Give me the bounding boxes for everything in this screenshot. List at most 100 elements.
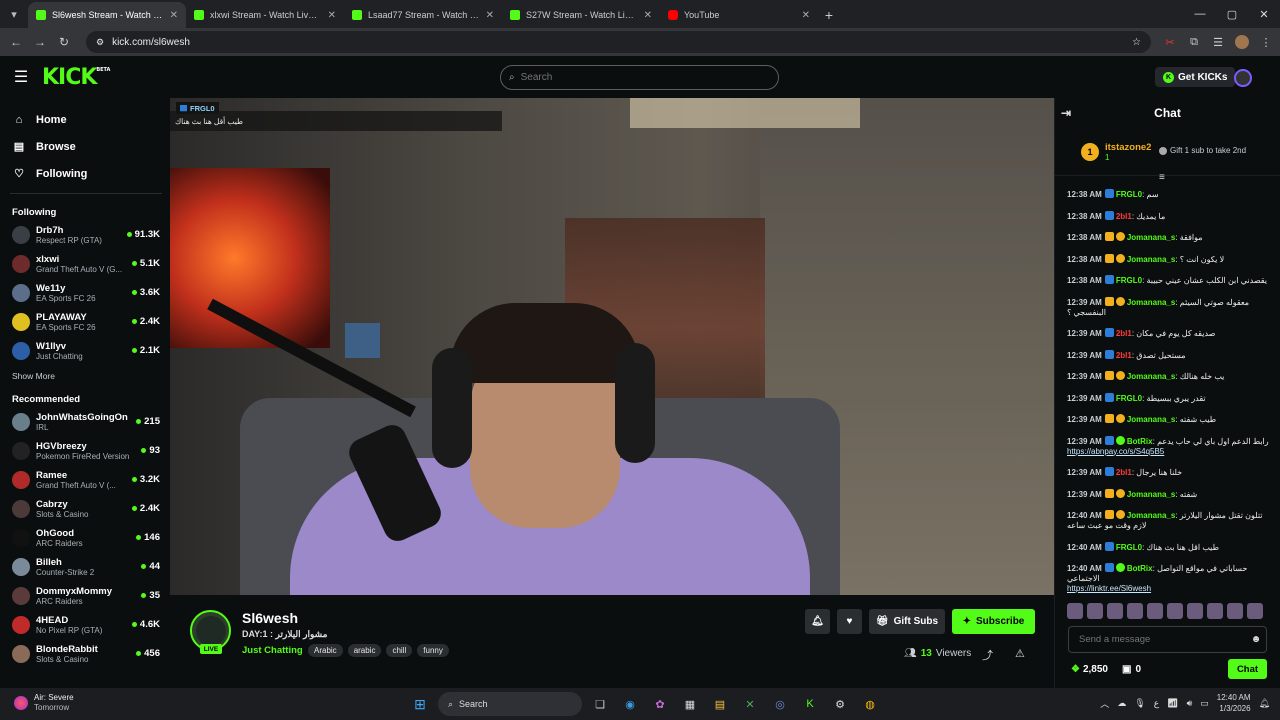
show-more-link[interactable]: Show More — [0, 367, 170, 385]
message-username[interactable]: 2bl1 — [1116, 212, 1132, 221]
channel-row[interactable]: xlxwi Grand Theft Auto V (G... 5.1K — [0, 249, 170, 278]
message-username[interactable]: FRGL0 — [1116, 543, 1142, 552]
message-username[interactable]: FRGL0 — [1116, 276, 1142, 285]
site-info-icon[interactable]: ⚙ — [96, 37, 104, 48]
xbox-icon[interactable]: ✕ — [738, 692, 762, 716]
tab-search-icon[interactable]: ▾ — [0, 0, 28, 28]
channel-row[interactable]: DommyxMommy ARC Raiders 35 — [0, 581, 170, 610]
channel-row[interactable]: JohnWhatsGoingOn IRL 215 — [0, 407, 170, 436]
message-username[interactable]: FRGL0 — [1116, 190, 1142, 199]
channel-row[interactable]: Billeh Counter-Strike 2 44 — [0, 552, 170, 581]
stream-tag[interactable]: chill — [386, 644, 413, 657]
emoji-picker-icon[interactable]: ☻ — [1246, 634, 1266, 645]
report-icon[interactable]: ⚠ — [1015, 647, 1025, 660]
gift-subs-button[interactable]: 🎁︎ Gift Subs — [869, 609, 945, 634]
sidebar-item-following[interactable]: ♡ Following — [0, 160, 170, 187]
extensions-puzzle-icon[interactable]: ⧉ — [1183, 31, 1205, 53]
taskbar-search[interactable]: ⌕ Search — [438, 692, 582, 716]
chat-send-button[interactable]: Chat — [1228, 659, 1267, 679]
follow-button[interactable]: ♥ — [837, 609, 862, 634]
collapse-chat-icon[interactable]: ⇥ — [1061, 106, 1071, 120]
chat-input-box[interactable]: ☻ — [1068, 626, 1267, 653]
kick-app-icon[interactable]: K — [798, 692, 822, 716]
stream-tag[interactable]: arabic — [347, 644, 382, 657]
browser-tab[interactable]: Lsaad77 Stream - Watch Live on Kick ✕ — [344, 2, 502, 28]
emote[interactable] — [1247, 603, 1263, 619]
share-icon[interactable]: ⤴ — [982, 647, 993, 663]
channel-row[interactable]: BlondeRabbit Slots & Casino 456 — [0, 639, 170, 668]
windows-start-icon[interactable]: ⊞ — [408, 692, 432, 716]
chat-filter-icon[interactable]: ≡ — [1159, 172, 1165, 183]
browser-tab[interactable]: xlxwi Stream - Watch Live on Kick ✕ — [186, 2, 344, 28]
channel-row[interactable]: 4HEAD No Pixel RP (GTA) 4.6K — [0, 610, 170, 639]
message-link[interactable]: https://linktr.ee/Sl6wesh — [1067, 584, 1151, 593]
store-icon[interactable]: ▦ — [678, 692, 702, 716]
search-bar[interactable]: ⌕ — [500, 65, 779, 90]
emote[interactable] — [1227, 603, 1243, 619]
search-input[interactable] — [520, 72, 778, 83]
chrome-icon[interactable]: ◍ — [858, 692, 882, 716]
message-username[interactable]: Jomanana_s — [1127, 233, 1175, 242]
user-avatar[interactable] — [1234, 69, 1252, 87]
channel-row[interactable]: OhGood ARC Raiders 146 — [0, 523, 170, 552]
video-player[interactable]: FRGL0 طيب أقل هنا بث هناك — [170, 98, 1054, 595]
emote[interactable] — [1207, 603, 1223, 619]
extension-icon[interactable]: ✂ — [1159, 31, 1181, 53]
volume-icon[interactable]: 🔊︎ — [1187, 698, 1193, 709]
message-username[interactable]: 2bl1 — [1116, 468, 1132, 477]
omnibox[interactable]: ⚙ kick.com/sl6wesh ☆ — [86, 31, 1151, 53]
message-link[interactable]: https://abnpay.co/s/S4q5B5 — [1067, 447, 1164, 456]
wifi-icon[interactable]: 📶︎ — [1167, 698, 1178, 709]
microphone-icon[interactable]: 🎙︎ — [1134, 698, 1145, 709]
channel-row[interactable]: Drb7h Respect RP (GTA) 91.3K — [0, 220, 170, 249]
file-explorer-icon[interactable]: ▤ — [708, 692, 732, 716]
kick-logo[interactable]: KICK BETA — [42, 65, 110, 90]
emote[interactable] — [1127, 603, 1143, 619]
kebab-menu-icon[interactable]: ⋮ — [1255, 31, 1277, 53]
stream-tag[interactable]: Arabic — [308, 644, 343, 657]
close-window-icon[interactable]: ✕ — [1248, 0, 1280, 28]
message-username[interactable]: Jomanana_s — [1127, 298, 1175, 307]
tab-close-icon[interactable]: ✕ — [486, 10, 494, 21]
sidebar-item-browse[interactable]: ▤ Browse — [0, 133, 170, 160]
emote[interactable] — [1147, 603, 1163, 619]
channel-row[interactable]: Ramee Grand Theft Auto V (... 3.2K — [0, 465, 170, 494]
back-icon[interactable]: ← — [4, 30, 28, 54]
stream-category[interactable]: Just Chatting — [242, 645, 303, 656]
tab-close-icon[interactable]: ✕ — [802, 10, 810, 21]
stream-tag[interactable]: funny — [417, 644, 449, 657]
menu-icon[interactable]: ☰ — [0, 56, 42, 98]
message-username[interactable]: Jomanana_s — [1127, 490, 1175, 499]
notifications-icon[interactable]: 🔔︎ — [1259, 698, 1270, 709]
new-tab-button[interactable]: + — [818, 2, 840, 28]
message-username[interactable]: BotRix — [1127, 437, 1153, 446]
message-username[interactable]: Jomanana_s — [1127, 415, 1175, 424]
channel-row[interactable]: HGVbreezy Pokemon FireRed Version 93 — [0, 436, 170, 465]
minimize-icon[interactable]: — — [1184, 0, 1216, 28]
message-username[interactable]: Jomanana_s — [1127, 511, 1175, 520]
discord-icon[interactable]: ◎ — [768, 692, 792, 716]
emote[interactable] — [1187, 603, 1203, 619]
emote[interactable] — [1067, 603, 1083, 619]
message-username[interactable]: Jomanana_s — [1127, 372, 1175, 381]
get-kicks-button[interactable]: K Get KICKs — [1155, 67, 1236, 87]
copilot-icon[interactable]: ✿ — [648, 692, 672, 716]
subs-count[interactable]: ▣ 0 — [1122, 664, 1141, 675]
subscribe-button[interactable]: ✦ Subscribe — [952, 609, 1035, 634]
browser-tab[interactable]: YouTube ✕ — [660, 2, 818, 28]
profile-avatar[interactable] — [1231, 31, 1253, 53]
chat-message-input[interactable] — [1079, 634, 1246, 645]
settings-icon[interactable]: ⚙ — [828, 692, 852, 716]
channel-row[interactable]: Cabrzy Slots & Casino 2.4K — [0, 494, 170, 523]
tab-close-icon[interactable]: ✕ — [170, 10, 178, 21]
tab-close-icon[interactable]: ✕ — [644, 10, 652, 21]
browser-tab[interactable]: Sl6wesh Stream - Watch Live on Kick ✕ — [28, 2, 186, 28]
browser-tab[interactable]: S27W Stream - Watch Live on Kick ✕ — [502, 2, 660, 28]
message-username[interactable]: 2bl1 — [1116, 329, 1132, 338]
task-view-icon[interactable]: ❏ — [588, 692, 612, 716]
forward-icon[interactable]: → — [28, 30, 52, 54]
system-clock[interactable]: 12:40 AM 1/3/2026 — [1217, 692, 1251, 714]
channel-row[interactable]: We11y EA Sports FC 26 3.6K — [0, 278, 170, 307]
tab-close-icon[interactable]: ✕ — [328, 10, 336, 21]
message-username[interactable]: BotRix — [1127, 564, 1153, 573]
